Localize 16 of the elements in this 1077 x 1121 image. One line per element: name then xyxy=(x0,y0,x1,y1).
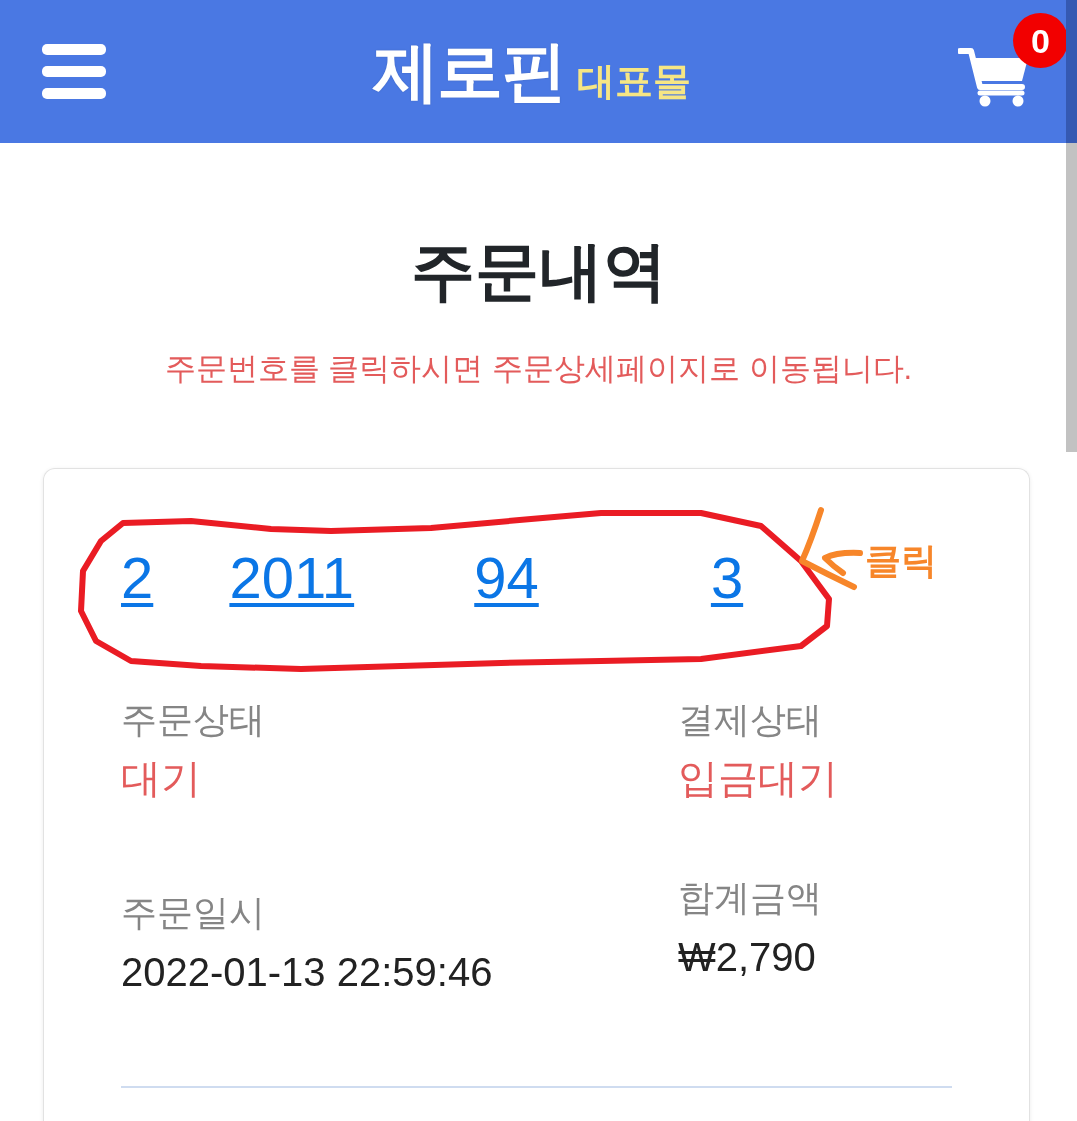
cart-count-badge: 0 xyxy=(1013,13,1068,68)
menu-icon[interactable] xyxy=(42,44,106,99)
field-label: 합계금액 xyxy=(678,876,823,921)
field-value: ₩2,790 xyxy=(678,934,817,982)
field-label: 주문상태 xyxy=(121,697,266,742)
field-label: 주문일시 xyxy=(121,891,266,936)
annotation-label: 클릭 xyxy=(865,539,937,583)
scrollbar[interactable] xyxy=(1066,0,1077,452)
page-title: 주문내역 xyxy=(409,234,668,309)
field-value: 입금대기 xyxy=(678,755,838,803)
field-value: 2022-01-13 22:59:46 xyxy=(121,949,494,997)
notice-text: 주문번호를 클릭하시면 주문상세페이지로 이동됩니다. xyxy=(163,349,914,388)
logo-text[interactable]: 제로핀 xyxy=(373,26,565,117)
logo-subtext[interactable]: 대표몰 xyxy=(577,55,691,107)
field-value: 대기 xyxy=(121,755,202,803)
field-label: 결제상태 xyxy=(678,697,823,742)
